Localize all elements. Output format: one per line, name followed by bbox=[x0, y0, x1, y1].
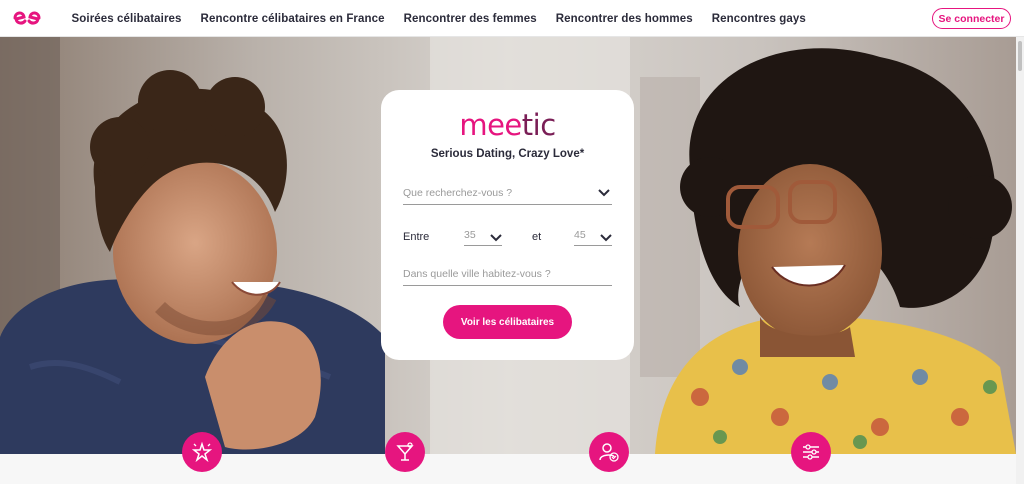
tagline: Serious Dating, Crazy Love* bbox=[430, 148, 585, 160]
nav-link-soirees[interactable]: Soirées célibataires bbox=[72, 13, 182, 25]
chevron-down-icon bbox=[598, 189, 610, 197]
age-max-value: 45 bbox=[574, 229, 586, 241]
nav-link-hommes[interactable]: Rencontrer des hommes bbox=[556, 13, 693, 25]
meetic-logo-icon[interactable] bbox=[12, 7, 42, 29]
sliders-icon bbox=[803, 444, 819, 460]
age-max-select[interactable]: 45 bbox=[574, 229, 612, 246]
search-card: meetic Serious Dating, Crazy Love* Que r… bbox=[381, 90, 634, 360]
and-label: et bbox=[532, 231, 542, 243]
age-min-value: 35 bbox=[464, 229, 476, 241]
nav-link-femmes[interactable]: Rencontrer des femmes bbox=[404, 13, 537, 25]
verified-user-icon bbox=[599, 443, 619, 462]
looking-for-placeholder: Que recherchez-vous ? bbox=[403, 187, 513, 199]
age-range-row: Entre 35 et 45 bbox=[403, 229, 612, 247]
age-min-select[interactable]: 35 bbox=[464, 229, 502, 246]
top-navigation-bar: Soirées célibataires Rencontre célibatai… bbox=[0, 0, 1024, 37]
chevron-down-icon bbox=[490, 234, 502, 242]
looking-for-select[interactable]: Que recherchez-vous ? bbox=[403, 187, 612, 205]
page-scrollbar[interactable] bbox=[1016, 37, 1024, 484]
feature-circle-4 bbox=[791, 432, 831, 472]
see-singles-button[interactable]: Voir les célibataires bbox=[443, 305, 572, 339]
city-placeholder: Dans quelle ville habitez-vous ? bbox=[403, 268, 551, 280]
features-section bbox=[0, 454, 1016, 484]
feature-circle-3 bbox=[589, 432, 629, 472]
cocktail-glass-icon bbox=[396, 442, 414, 461]
nav-link-rencontre-france[interactable]: Rencontre célibataires en France bbox=[201, 13, 385, 25]
chevron-down-icon bbox=[600, 234, 612, 242]
brand-text-left: mee bbox=[459, 108, 522, 142]
meetic-brand-logo: meetic bbox=[381, 108, 634, 142]
nav-link-gays[interactable]: Rencontres gays bbox=[712, 13, 806, 25]
feature-circle-1 bbox=[182, 432, 222, 472]
brand-text-right: tic bbox=[521, 108, 556, 142]
city-input[interactable]: Dans quelle ville habitez-vous ? bbox=[403, 268, 612, 286]
between-label: Entre bbox=[403, 231, 430, 243]
login-button[interactable]: Se connecter bbox=[932, 8, 1011, 29]
main-nav: Soirées célibataires Rencontre célibatai… bbox=[62, 0, 815, 37]
sparkle-star-icon bbox=[191, 441, 213, 463]
scrollbar-thumb[interactable] bbox=[1018, 41, 1022, 71]
feature-circle-2 bbox=[385, 432, 425, 472]
